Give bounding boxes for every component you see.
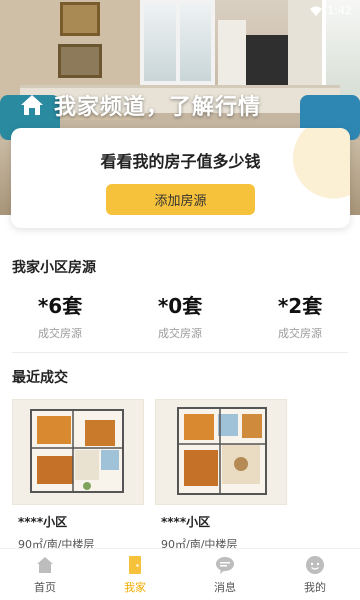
stat-value: *6套 xyxy=(37,294,83,318)
stat-label: 成交房源 xyxy=(38,327,82,340)
floor-plan-image xyxy=(12,399,144,505)
status-time: 1:42 xyxy=(327,4,352,17)
wall-picture xyxy=(60,2,100,36)
tab-label: 我家 xyxy=(124,580,146,594)
stat-item[interactable]: *6套 成交房源 xyxy=(0,290,120,341)
profile-icon xyxy=(306,555,324,574)
add-listing-button[interactable]: 添加房源 xyxy=(106,184,255,215)
tab-label: 首页 xyxy=(34,580,56,594)
tab-label: 消息 xyxy=(214,580,236,594)
listing-name: ****小区 xyxy=(161,515,211,529)
hero-title: 我家频道，了解行情 xyxy=(20,89,261,121)
status-bar: 1:42 xyxy=(309,4,352,17)
stat-label: 成交房源 xyxy=(278,327,322,340)
wall-picture xyxy=(58,44,102,78)
stat-value: *0套 xyxy=(157,294,203,318)
house-value-title: 看看我的房子值多少钱 xyxy=(100,152,261,171)
home-icon xyxy=(21,95,43,115)
recent-section-title: 最近成交 xyxy=(12,370,68,386)
listing-name: ****小区 xyxy=(18,515,68,529)
listing-card[interactable]: ****小区 90㎡/南/中楼层 xyxy=(155,399,287,559)
home-icon xyxy=(37,556,53,573)
hero-title-text: 我家频道，了解行情 xyxy=(54,95,262,120)
stat-item[interactable]: *2套 成交房源 xyxy=(240,290,360,341)
stat-item[interactable]: *0套 成交房源 xyxy=(120,290,240,341)
stat-label: 成交房源 xyxy=(158,327,202,340)
section-divider xyxy=(12,352,348,353)
bottom-tab-bar: 首页 我家 消息 我的 xyxy=(0,548,360,600)
community-section-title: 我家小区房源 xyxy=(12,260,96,276)
tab-home[interactable]: 首页 xyxy=(0,549,90,600)
listing-card[interactable]: ****小区 90㎡/南/中楼层 xyxy=(12,399,144,559)
tab-label: 我的 xyxy=(304,580,326,594)
tab-messages[interactable]: 消息 xyxy=(180,549,270,600)
house-value-card: 看看我的房子值多少钱 添加房源 xyxy=(11,128,350,228)
tab-profile[interactable]: 我的 xyxy=(270,549,360,600)
wifi-icon xyxy=(310,6,323,16)
tab-my-home[interactable]: 我家 xyxy=(90,549,180,600)
message-icon xyxy=(216,556,234,574)
house-door-icon xyxy=(129,555,141,574)
community-stats: *6套 成交房源 *0套 成交房源 *2套 成交房源 xyxy=(0,290,360,341)
floor-plan-image xyxy=(155,399,287,505)
stat-value: *2套 xyxy=(277,294,323,318)
